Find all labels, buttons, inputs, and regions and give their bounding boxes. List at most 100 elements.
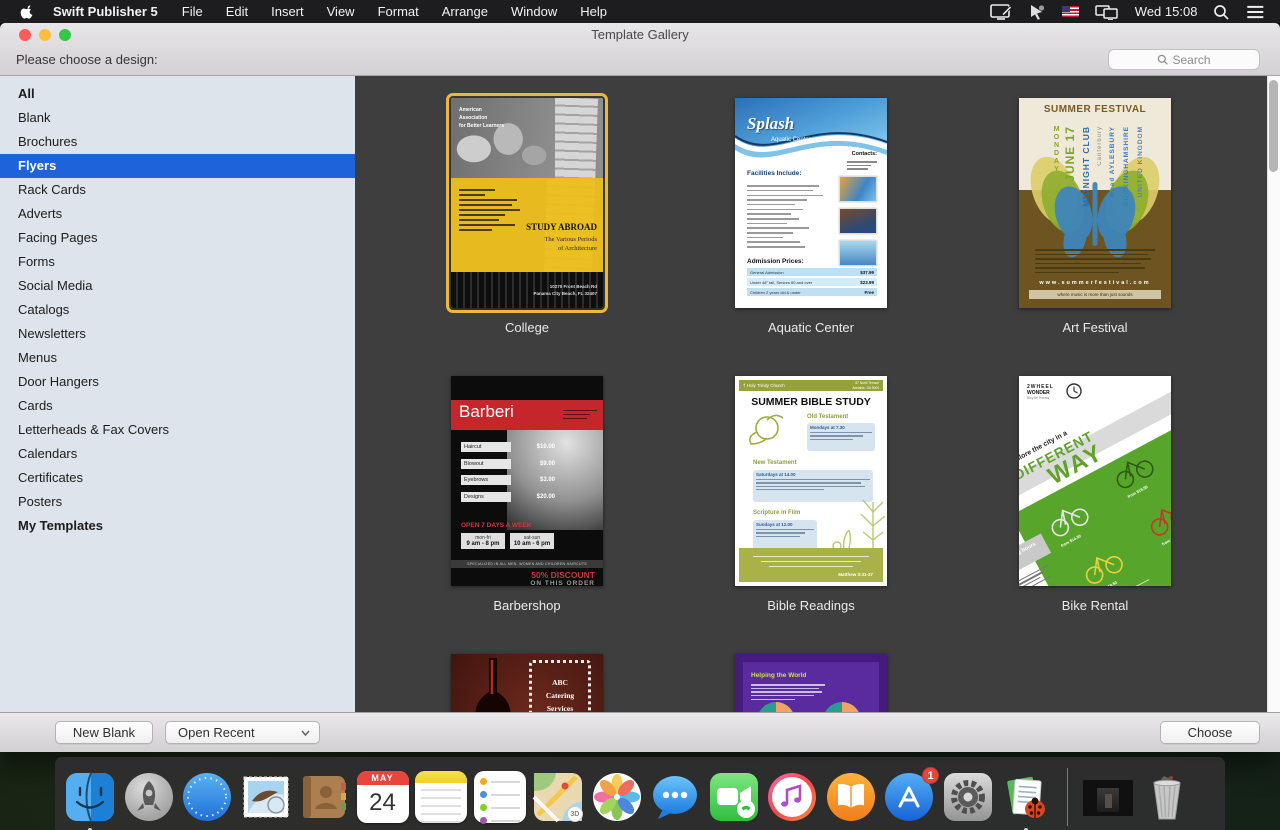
sidebar-item-newsletters[interactable]: Newsletters xyxy=(0,322,355,346)
sidebar-item-brochures[interactable]: Brochures xyxy=(0,130,355,154)
template-thumbnail-bike[interactable]: 2WHEEL WONDER Bicycle Rental Explore the… xyxy=(1019,376,1171,586)
scrollbar-track[interactable] xyxy=(1267,76,1280,712)
sidebar-item-forms[interactable]: Forms xyxy=(0,250,355,274)
placeholder-text-lines xyxy=(747,182,827,251)
price-row: Children 2 years old & underFree xyxy=(747,288,877,296)
dock-contacts-icon[interactable] xyxy=(298,771,350,823)
sidebar-item-posters[interactable]: Posters xyxy=(0,490,355,514)
template-label: Art Festival xyxy=(1015,320,1175,335)
template-thumbnail-helping[interactable]: Helping the World xyxy=(735,654,887,712)
template-label: College xyxy=(447,320,607,335)
dock-messages-icon[interactable] xyxy=(649,771,701,823)
template-label: Bike Rental xyxy=(1015,598,1175,613)
template-thumbnail-art-festival[interactable]: SUMMER FESTIVAL MONDAY JUNE 17 MIDNIGHT … xyxy=(1019,98,1171,308)
displays-icon[interactable] xyxy=(1095,4,1119,20)
new-blank-button[interactable]: New Blank xyxy=(55,721,153,744)
aquatic-admission-heading: Admission Prices: xyxy=(747,258,804,265)
barbershop-open-text: OPEN 7 DAYS A WEEK xyxy=(461,522,531,529)
template-thumbnail-catering[interactable]: ABC Catering Services xyxy=(451,654,603,712)
sidebar-item-letterheads[interactable]: Letterheads & Fax Covers xyxy=(0,418,355,442)
sidebar-item-door-hangers[interactable]: Door Hangers xyxy=(0,370,355,394)
dock-reminders-icon[interactable] xyxy=(474,771,526,823)
category-sidebar: All Blank Brochures Flyers Rack Cards Ad… xyxy=(0,76,355,712)
sidebar-item-cards[interactable]: Cards xyxy=(0,394,355,418)
sidebar-item-catalogs[interactable]: Catalogs xyxy=(0,298,355,322)
sidebar-item-rack-cards[interactable]: Rack Cards xyxy=(0,178,355,202)
template-card-college[interactable]: American Association for Better Learners xyxy=(447,98,607,335)
dock-appstore-icon[interactable]: 1 xyxy=(883,771,935,823)
dock-mail-icon[interactable] xyxy=(240,771,292,823)
spotlight-icon[interactable] xyxy=(1213,4,1229,20)
dock-itunes-icon[interactable] xyxy=(766,771,818,823)
template-card-bible[interactable]: † Holy Trinity Church 87 North TerraceAd… xyxy=(731,376,891,613)
aquatic-script-title: Splash xyxy=(747,114,794,134)
apple-menu-icon[interactable] xyxy=(20,4,35,19)
input-language-flag-icon[interactable] xyxy=(1062,6,1079,17)
barbershop-hours: mon-fri9 am - 8 pm sat-sun10 am - 6 pm xyxy=(461,533,554,549)
dock-safari-icon[interactable] xyxy=(181,771,233,823)
template-card-art-festival[interactable]: SUMMER FESTIVAL MONDAY JUNE 17 MIDNIGHT … xyxy=(1015,98,1175,335)
aquatic-photo-1 xyxy=(839,176,877,202)
dock-finder-icon[interactable] xyxy=(64,771,116,823)
sidebar-item-facing-pages[interactable]: Facing Pages xyxy=(0,226,355,250)
open-recent-dropdown[interactable]: Open Recent xyxy=(165,721,320,744)
dove-art xyxy=(743,410,787,450)
template-thumbnail-college[interactable]: American Association for Better Learners xyxy=(451,98,603,308)
sidebar-item-social-media[interactable]: Social Media xyxy=(0,274,355,298)
menu-help[interactable]: Help xyxy=(580,4,607,19)
dock-launchpad-icon[interactable] xyxy=(123,771,175,823)
choose-button[interactable]: Choose xyxy=(1160,721,1260,744)
sidebar-item-menus[interactable]: Menus xyxy=(0,346,355,370)
dock-trash-icon[interactable] xyxy=(1141,771,1193,823)
template-thumbnail-barbershop[interactable]: Barberi Haircut$10.00 Blowout$9.00 Eyebr… xyxy=(451,376,603,586)
sidebar-item-certificates[interactable]: Certificates xyxy=(0,466,355,490)
sidebar-item-adverts[interactable]: Adverts xyxy=(0,202,355,226)
aquatic-contacts-heading: Contacts: xyxy=(852,151,877,157)
dock-photos-icon[interactable] xyxy=(591,771,643,823)
remote-display-icon[interactable] xyxy=(990,4,1012,20)
sidebar-item-flyers[interactable]: Flyers xyxy=(0,154,355,178)
title-bar[interactable]: Template Gallery Please choose a design:… xyxy=(0,23,1280,76)
notification-center-icon[interactable] xyxy=(1245,4,1266,20)
menu-clock[interactable]: Wed 15:08 xyxy=(1135,4,1198,19)
search-input[interactable]: Search xyxy=(1108,49,1260,70)
sidebar-item-my-templates[interactable]: My Templates xyxy=(0,514,355,538)
cursor-status-icon[interactable] xyxy=(1028,4,1046,20)
sidebar-item-calendars[interactable]: Calendars xyxy=(0,442,355,466)
placeholder-text-lines xyxy=(1035,246,1155,276)
template-card-barbershop[interactable]: Barberi Haircut$10.00 Blowout$9.00 Eyebr… xyxy=(447,376,607,613)
bible-quote-band: Matthew 3:31-37 xyxy=(739,548,883,582)
menu-arrange[interactable]: Arrange xyxy=(442,4,488,19)
sidebar-item-all[interactable]: All xyxy=(0,82,355,106)
bike-clock-icon xyxy=(1065,382,1083,400)
template-thumbnail-bible[interactable]: † Holy Trinity Church 87 North TerraceAd… xyxy=(735,376,887,586)
menu-insert[interactable]: Insert xyxy=(271,4,304,19)
wine-bottle-art xyxy=(463,656,523,712)
template-card-catering[interactable]: ABC Catering Services xyxy=(447,654,607,712)
menu-file[interactable]: File xyxy=(182,4,203,19)
template-thumbnail-aquatic[interactable]: Splash Aquatic Center Contacts: Faciliti… xyxy=(735,98,887,308)
dock-ibooks-icon[interactable] xyxy=(825,771,877,823)
footer-bar: New Blank Open Recent Choose xyxy=(0,712,1280,752)
scrollbar-thumb[interactable] xyxy=(1269,80,1278,172)
dock-system-preferences-icon[interactable] xyxy=(942,771,994,823)
template-card-helping[interactable]: Helping the World xyxy=(731,654,891,712)
college-subtitle: The Various Periods of Architecture xyxy=(544,236,597,254)
menu-edit[interactable]: Edit xyxy=(226,4,248,19)
template-label: Bible Readings xyxy=(731,598,891,613)
sidebar-item-blank[interactable]: Blank xyxy=(0,106,355,130)
art-june17: JUNE 17 xyxy=(1063,126,1077,182)
dock-swift-publisher-icon[interactable] xyxy=(1000,771,1052,823)
template-card-aquatic[interactable]: Splash Aquatic Center Contacts: Faciliti… xyxy=(731,98,891,335)
menu-view[interactable]: View xyxy=(327,4,355,19)
college-org-text: American Association for Better Learners xyxy=(459,106,504,130)
menu-format[interactable]: Format xyxy=(378,4,419,19)
menu-window[interactable]: Window xyxy=(511,4,557,19)
dock-maps-icon[interactable]: 3D xyxy=(532,771,584,823)
template-card-bike[interactable]: 2WHEEL WONDER Bicycle Rental Explore the… xyxy=(1015,376,1175,613)
dock-minimized-window[interactable] xyxy=(1082,771,1134,823)
app-name[interactable]: Swift Publisher 5 xyxy=(53,4,158,19)
dock-notes-icon[interactable] xyxy=(415,771,467,823)
dock-calendar-icon[interactable]: MAY 24 xyxy=(357,771,409,823)
dock-facetime-icon[interactable] xyxy=(708,771,760,823)
